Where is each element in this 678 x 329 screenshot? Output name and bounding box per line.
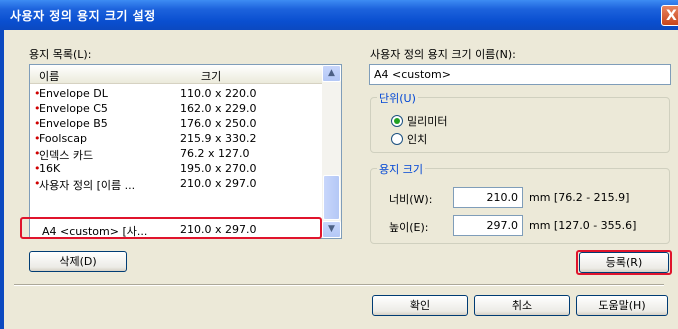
divider: [14, 284, 664, 286]
radio-millimeter[interactable]: [391, 115, 403, 127]
close-icon[interactable]: X: [661, 5, 678, 26]
list-item-size: 110.0 x 220.0: [180, 87, 257, 100]
list-item-name: Envelope B5: [39, 117, 108, 130]
list-item-name: 사용자 정의 [이름 ...: [39, 179, 136, 192]
paper-size-group-title: 용지 크기: [377, 161, 425, 177]
paper-list-label: 용지 목록(L):: [29, 48, 92, 61]
list-header: 이름 크기: [30, 65, 322, 84]
list-item-size: 162.0 x 229.0: [180, 102, 257, 115]
list-item-size: 195.0 x 270.0: [180, 162, 257, 175]
list-item-size: 176.0 x 250.0: [180, 117, 257, 130]
units-group: 단위(U) 밀리미터 인치: [370, 90, 670, 153]
paper-size-group: 용지 크기 너비(W): 210.0 mm [76.2 - 215.9] 높이(…: [370, 161, 670, 244]
selected-row-highlight: [20, 217, 322, 239]
register-button[interactable]: 등록(R): [579, 252, 669, 273]
column-header-size[interactable]: 크기: [201, 68, 221, 84]
window-title: 사용자 정의 용지 크기 설정: [10, 9, 156, 23]
list-item-name: Envelope C5: [39, 102, 108, 115]
radio-inch-label[interactable]: 인치: [407, 131, 427, 147]
ok-button[interactable]: 확인: [372, 295, 468, 316]
column-header-name[interactable]: 이름: [39, 68, 59, 84]
height-range: mm [127.0 - 355.6]: [529, 219, 637, 232]
list-item-size: 76.2 x 127.0: [180, 147, 250, 160]
scroll-thumb[interactable]: [323, 175, 340, 220]
list-item-name: Envelope DL: [39, 87, 108, 100]
paper-list[interactable]: 이름 크기 • Envelope DL 110.0 x 220.0 • Enve…: [29, 64, 342, 239]
list-item-size: 215.9 x 330.2: [180, 132, 257, 145]
delete-button[interactable]: 삭제(D): [29, 251, 127, 272]
width-input[interactable]: 210.0: [453, 187, 523, 208]
help-button[interactable]: 도움말(H): [576, 295, 668, 316]
list-item[interactable]: • Envelope DL 110.0 x 220.0: [30, 86, 322, 101]
scroll-down-icon[interactable]: ▼: [322, 221, 341, 238]
list-item-name: 16K: [39, 162, 61, 175]
custom-name-label: 사용자 정의 용지 크기 이름(N):: [370, 48, 516, 61]
width-range: mm [76.2 - 215.9]: [529, 191, 630, 204]
width-label: 너비(W):: [389, 193, 433, 206]
list-item-name: Foolscap: [39, 132, 87, 145]
list-scrollbar[interactable]: ▲ ▼: [322, 65, 341, 238]
dialog-window: 사용자 정의 용지 크기 설정 X 용지 목록(L): 이름 크기 • Enve…: [0, 0, 678, 329]
scroll-up-icon[interactable]: ▲: [322, 65, 341, 82]
custom-name-input[interactable]: A4 <custom>: [369, 64, 671, 85]
list-item[interactable]: • Envelope C5 162.0 x 229.0: [30, 101, 322, 116]
list-item[interactable]: • 16K 195.0 x 270.0: [30, 161, 322, 176]
list-item-size: 210.0 x 297.0: [180, 177, 257, 190]
list-item[interactable]: • 사용자 정의 [이름 ... 210.0 x 297.0: [30, 176, 322, 192]
radio-inch[interactable]: [391, 133, 403, 145]
units-group-title: 단위(U): [377, 90, 418, 106]
list-item[interactable]: • Foolscap 215.9 x 330.2: [30, 131, 322, 146]
title-bar[interactable]: 사용자 정의 용지 크기 설정 X: [0, 0, 678, 30]
window-border: [0, 30, 4, 329]
height-label: 높이(E):: [389, 221, 429, 234]
radio-millimeter-label[interactable]: 밀리미터: [407, 113, 447, 129]
height-input[interactable]: 297.0: [453, 215, 523, 236]
list-item[interactable]: • 인덱스 카드 76.2 x 127.0: [30, 146, 322, 162]
list-item[interactable]: • Envelope B5 176.0 x 250.0: [30, 116, 322, 131]
cancel-button[interactable]: 취소: [474, 295, 570, 316]
